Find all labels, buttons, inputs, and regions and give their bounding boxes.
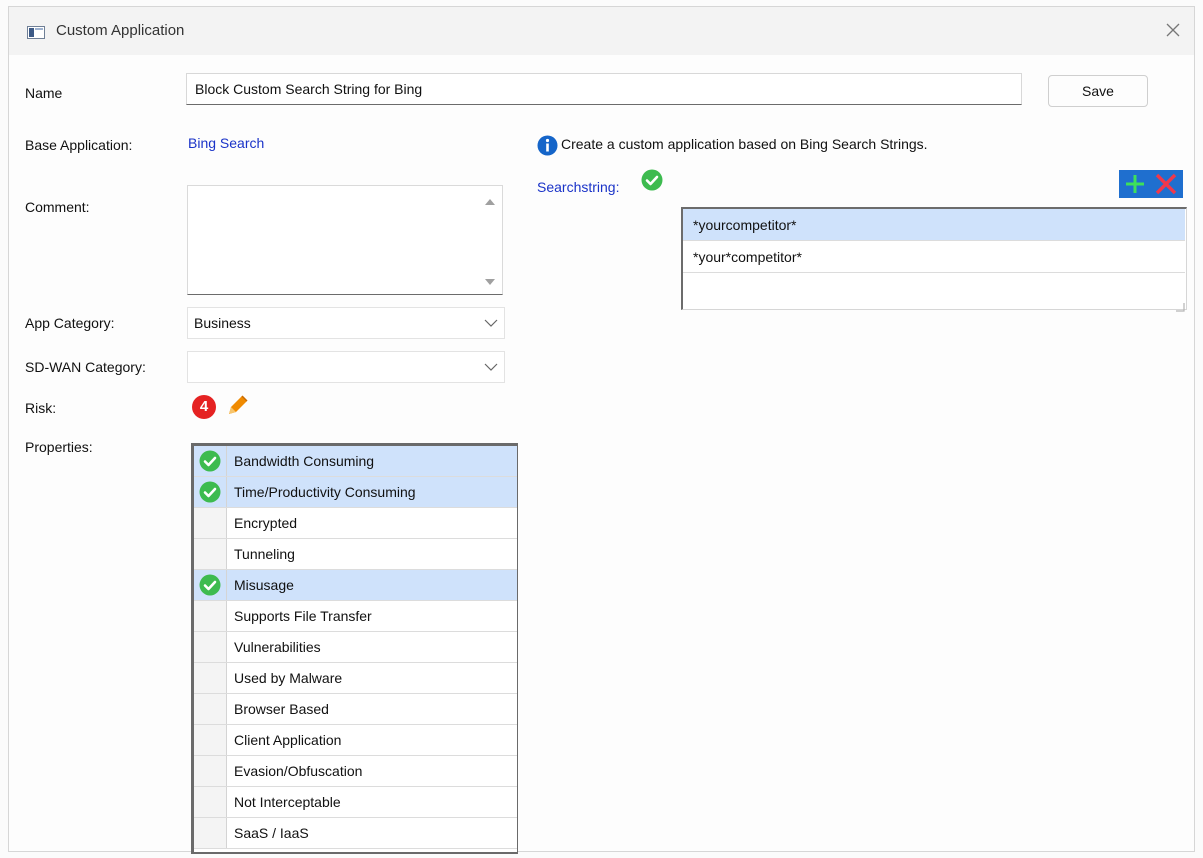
base-application-link[interactable]: Bing Search — [188, 135, 264, 151]
property-checkbox[interactable] — [194, 632, 227, 662]
list-item[interactable]: *yourcompetitor* — [683, 209, 1185, 241]
list-item[interactable]: *your*competitor* — [683, 241, 1185, 273]
check-icon — [199, 574, 221, 596]
title-bar: Custom Application — [9, 7, 1194, 55]
property-label: Browser Based — [234, 701, 329, 717]
sdwan-category-select[interactable] — [187, 351, 505, 383]
app-category-select[interactable]: Business — [187, 307, 505, 339]
property-label: Encrypted — [234, 515, 298, 531]
comment-label: Comment: — [25, 199, 90, 215]
save-button[interactable]: Save — [1048, 75, 1148, 107]
close-icon[interactable] — [1160, 17, 1186, 43]
property-row[interactable]: Time/Productivity Consuming — [194, 477, 517, 508]
properties-list[interactable]: Bandwidth Consuming Time/Productivity Con… — [191, 443, 518, 854]
property-checkbox[interactable] — [194, 787, 227, 817]
scroll-down-icon[interactable] — [484, 277, 496, 287]
list-toolbar — [1119, 170, 1183, 198]
check-icon — [199, 481, 221, 503]
risk-badge: 4 — [192, 395, 216, 419]
property-row[interactable]: Client Application — [194, 725, 517, 756]
property-row[interactable]: Misusage — [194, 570, 517, 601]
property-checkbox[interactable] — [194, 725, 227, 755]
property-row[interactable]: Bandwidth Consuming — [194, 446, 517, 477]
property-checkbox[interactable] — [194, 818, 227, 848]
check-icon — [641, 169, 663, 191]
chevron-down-icon — [484, 319, 498, 327]
check-icon — [199, 450, 221, 472]
property-row[interactable]: Tunneling — [194, 539, 517, 570]
property-checkbox[interactable] — [194, 694, 227, 724]
property-checkbox[interactable] — [194, 539, 227, 569]
application-window-icon — [27, 26, 45, 39]
window-title: Custom Application — [56, 22, 185, 39]
property-row[interactable]: Vulnerabilities — [194, 632, 517, 663]
app-category-value: Business — [194, 315, 251, 331]
property-label: Supports File Transfer — [234, 608, 372, 624]
property-label: Misusage — [234, 577, 294, 593]
name-input[interactable]: Block Custom Search String for Bing — [186, 73, 1022, 105]
property-checkbox[interactable] — [194, 508, 227, 538]
name-label: Name — [25, 85, 63, 101]
property-label: Evasion/Obfuscation — [234, 763, 363, 779]
add-icon[interactable] — [1124, 173, 1146, 195]
property-label: Tunneling — [234, 546, 295, 562]
base-application-label: Base Application: — [25, 137, 133, 153]
properties-label: Properties: — [25, 439, 93, 455]
property-label: Client Application — [234, 732, 342, 748]
property-checkbox[interactable] — [194, 446, 227, 476]
property-label: Time/Productivity Consuming — [234, 484, 416, 500]
property-checkbox[interactable] — [194, 477, 227, 507]
property-row[interactable]: Encrypted — [194, 508, 517, 539]
custom-application-dialog: Custom Application Name Block Custom Sea… — [8, 6, 1195, 854]
delete-icon[interactable] — [1154, 172, 1178, 196]
property-checkbox[interactable] — [194, 570, 227, 600]
property-label: Not Interceptable — [234, 794, 341, 810]
property-row[interactable]: Not Interceptable — [194, 787, 517, 818]
property-label: SaaS / IaaS — [234, 825, 309, 841]
property-row[interactable]: Browser Based — [194, 694, 517, 725]
comment-textarea[interactable] — [187, 185, 503, 295]
scroll-up-icon[interactable] — [484, 197, 496, 207]
resize-grip-icon[interactable] — [1174, 301, 1186, 313]
app-category-label: App Category: — [25, 315, 115, 331]
searchstring-item: *yourcompetitor* — [693, 217, 797, 233]
property-label: Vulnerabilities — [234, 639, 321, 655]
info-icon — [537, 135, 558, 156]
chevron-down-icon — [484, 363, 498, 371]
info-text: Create a custom application based on Bin… — [561, 136, 928, 152]
searchstring-list[interactable]: *yourcompetitor* *your*competitor* — [681, 207, 1187, 310]
sdwan-category-label: SD-WAN Category: — [25, 359, 146, 375]
searchstring-label: Searchstring: — [537, 179, 620, 195]
property-row[interactable]: Used by Malware — [194, 663, 517, 694]
property-row[interactable]: Evasion/Obfuscation — [194, 756, 517, 787]
property-row[interactable]: SaaS / IaaS — [194, 818, 517, 849]
property-label: Used by Malware — [234, 670, 343, 686]
property-checkbox[interactable] — [194, 601, 227, 631]
property-label: Bandwidth Consuming — [234, 453, 375, 469]
risk-label: Risk: — [25, 400, 57, 416]
pencil-icon[interactable] — [223, 392, 251, 420]
property-checkbox[interactable] — [194, 663, 227, 693]
property-row[interactable]: Supports File Transfer — [194, 601, 517, 632]
searchstring-item: *your*competitor* — [693, 249, 802, 265]
property-checkbox[interactable] — [194, 756, 227, 786]
